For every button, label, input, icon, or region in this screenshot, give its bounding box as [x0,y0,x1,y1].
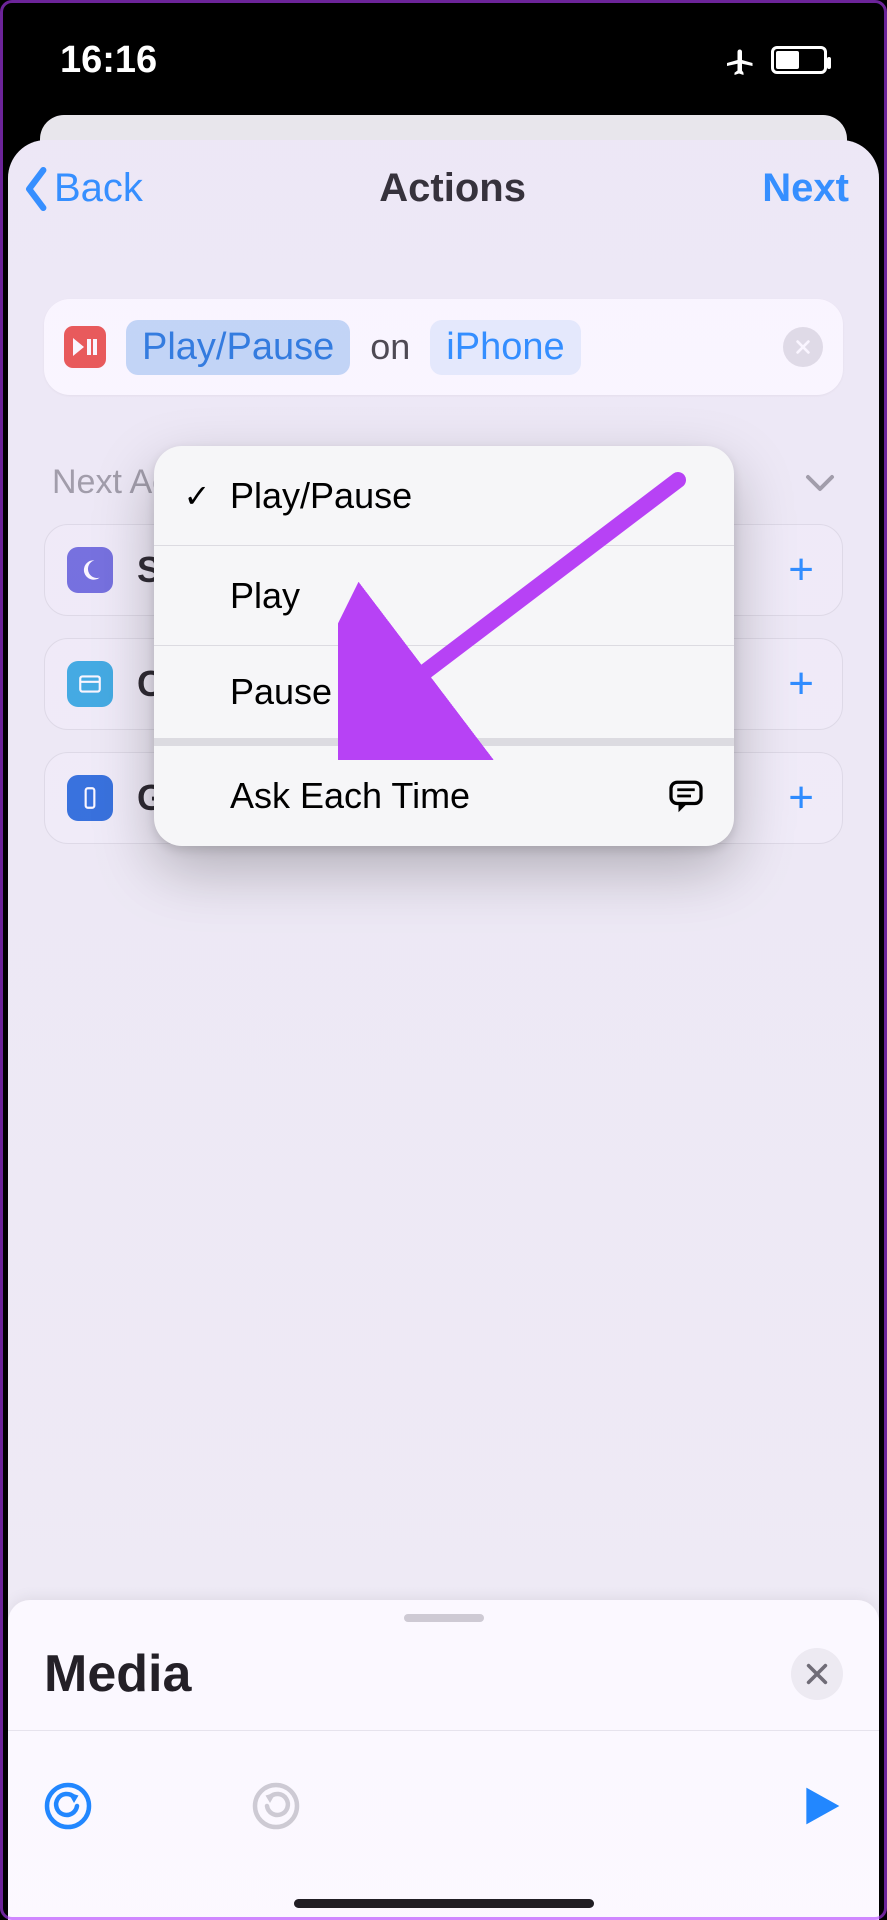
close-icon [805,1662,829,1686]
main-sheet: Back Actions Next Play/Pause on iPhone [8,140,879,1920]
menu-item-label: Play/Pause [230,475,706,517]
add-suggestion-button[interactable]: + [782,773,820,823]
add-suggestion-button[interactable]: + [782,545,820,595]
tray-header: Media [8,1622,879,1730]
check-icon: ✓ [182,477,212,515]
actions-tray[interactable]: Media [8,1600,879,1920]
tray-toolbar [8,1731,879,1920]
action-option-menu: ✓ Play/Pause Play Pause Ask Each Time [154,446,734,846]
back-button[interactable]: Back [24,166,143,211]
device-icon [67,775,113,821]
run-shortcut-button[interactable] [799,1784,843,1828]
navbar: Back Actions Next [8,140,879,241]
action-pill: Play/Pause on iPhone [44,299,843,395]
menu-card-icon [67,661,113,707]
redo-button[interactable] [252,1782,300,1830]
tray-title: Media [44,1644,191,1704]
airplane-mode-icon [721,42,757,78]
remove-action-button[interactable] [783,327,823,367]
menu-item-pause[interactable]: Pause [154,646,734,746]
menu-item-label: Pause [230,671,706,713]
device-frame: 16:16 Back Actions Next [0,0,887,1920]
device-token[interactable]: iPhone [430,320,580,375]
menu-item-label: Ask Each Time [230,775,648,817]
moon-icon [67,547,113,593]
battery-icon [771,46,827,74]
tray-handle[interactable] [404,1614,484,1622]
chevron-down-icon [805,473,835,493]
home-indicator[interactable] [294,1899,594,1908]
status-right [721,42,827,78]
menu-item-ask-each-time[interactable]: Ask Each Time [154,746,734,846]
next-button[interactable]: Next [762,166,849,211]
chevron-left-icon [24,167,50,211]
undo-button[interactable] [44,1782,92,1830]
add-suggestion-button[interactable]: + [782,659,820,709]
close-tray-button[interactable] [791,1648,843,1700]
action-token-middle: on [370,326,410,368]
close-icon [794,338,812,356]
menu-item-play-pause[interactable]: ✓ Play/Pause [154,446,734,546]
menu-item-play[interactable]: Play [154,546,734,646]
play-pause-icon [64,326,106,368]
speech-bubble-icon [666,776,706,816]
action-token[interactable]: Play/Pause [126,320,350,375]
back-label: Back [54,166,143,211]
page-title: Actions [379,166,526,211]
menu-item-label: Play [230,575,706,617]
status-time: 16:16 [60,39,157,82]
status-bar: 16:16 [0,0,887,120]
